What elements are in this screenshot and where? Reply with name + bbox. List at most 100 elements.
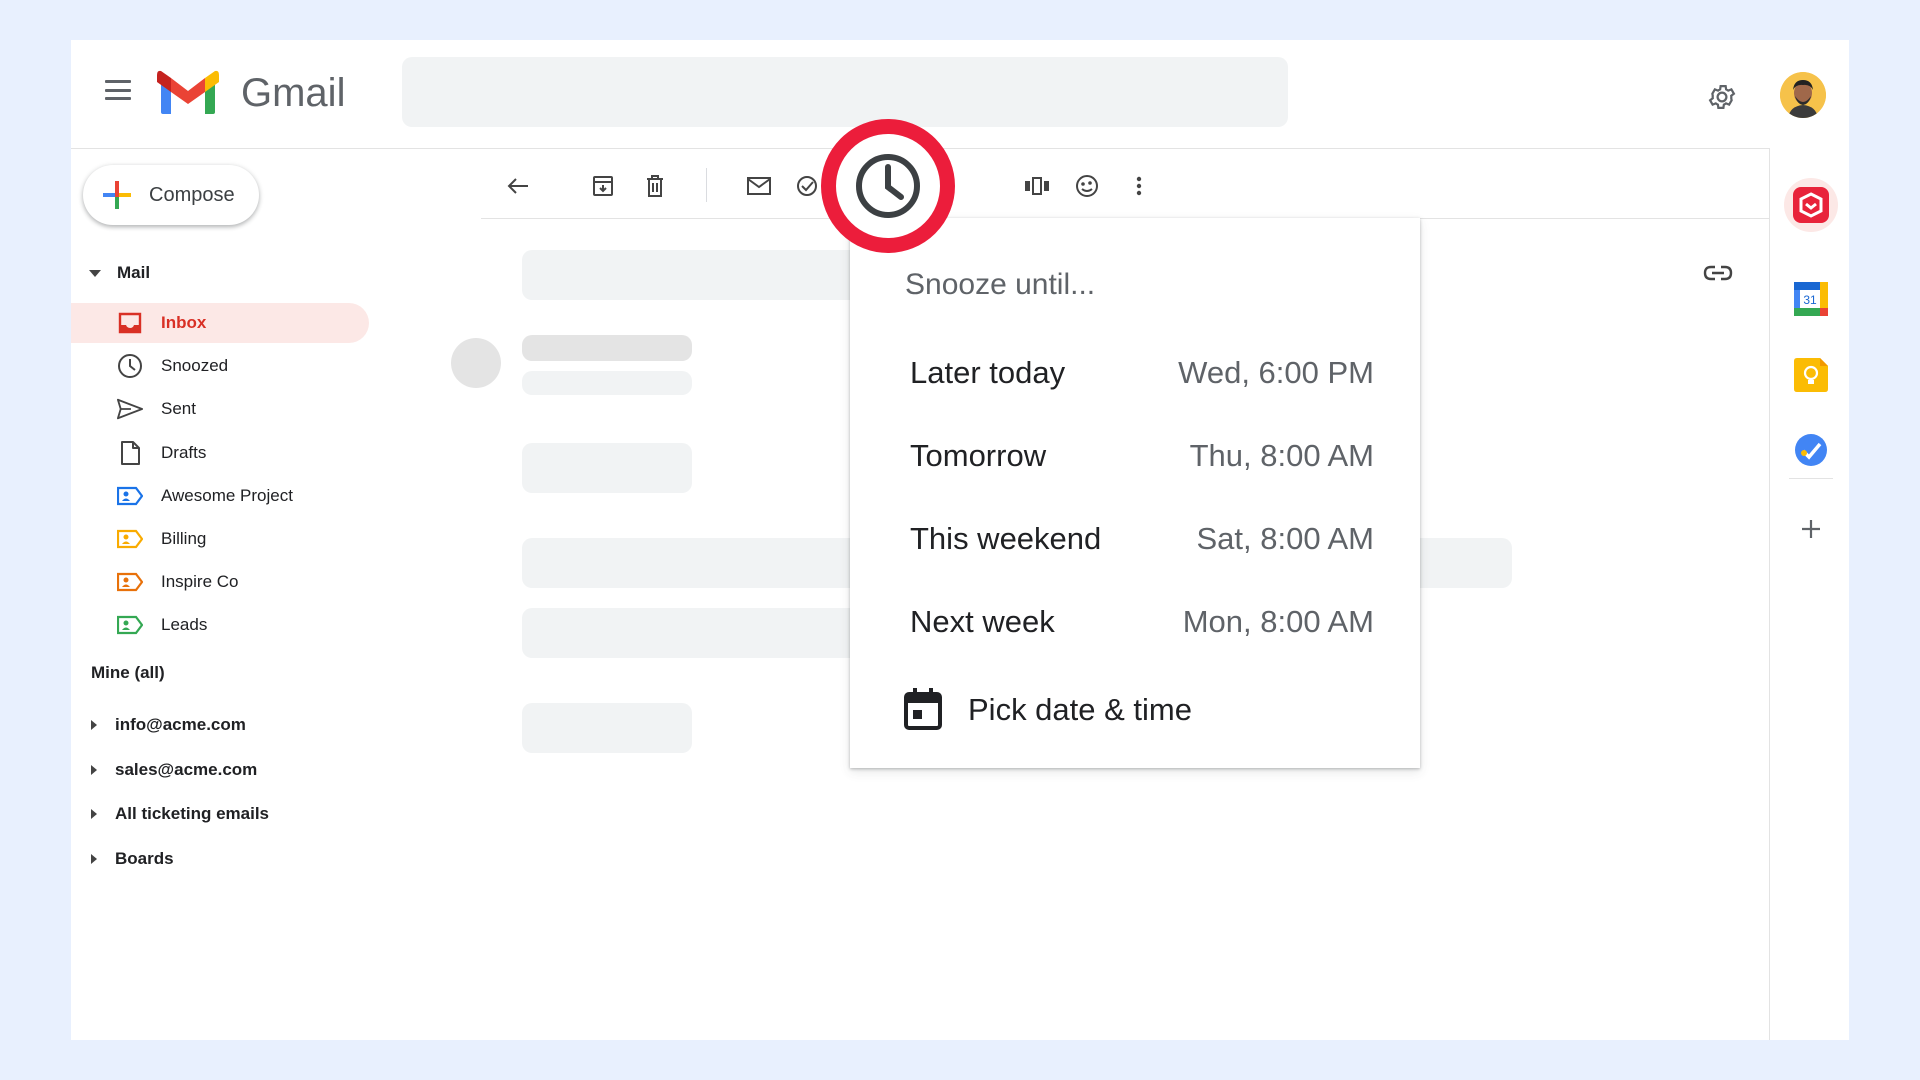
main-menu-button[interactable] (105, 80, 131, 100)
sidebar-item-label: Drafts (161, 442, 207, 462)
skeleton-text-block (522, 443, 692, 493)
snooze-option-next-week[interactable]: Next week Mon, 8:00 AM (850, 592, 1420, 652)
label-icon (117, 569, 143, 595)
snooze-menu-title: Snooze until... (905, 268, 1096, 301)
search-bar[interactable] (402, 57, 1288, 127)
inbox-icon (117, 310, 143, 336)
calendar-icon (904, 688, 942, 730)
sidebar-item-sent[interactable]: Sent (71, 389, 369, 429)
account-item-boards[interactable]: Boards (91, 837, 269, 882)
sidebar-item-label: Billing (161, 528, 207, 548)
sidebar-item-label: Inspire Co (161, 572, 239, 592)
menu-bar-line (105, 80, 131, 83)
back-arrow-icon (507, 178, 528, 194)
account-item-ticketing[interactable]: All ticketing emails (91, 792, 269, 837)
gmail-window: Gmail Compose Mail Inbox Snoozed Sent Dr… (71, 40, 1849, 1040)
more-options-button[interactable] (1121, 168, 1157, 204)
user-avatar[interactable] (1780, 72, 1826, 118)
sidebar-item-label: Awesome Project (161, 485, 293, 505)
archive-icon (593, 176, 613, 196)
skeleton-sender-email (522, 371, 692, 395)
sidebar-item-snoozed[interactable]: Snoozed (71, 346, 369, 386)
account-item-sales[interactable]: sales@acme.com (91, 748, 269, 793)
snooze-button[interactable] (821, 119, 955, 253)
clock-icon (117, 353, 143, 379)
label-icon (117, 526, 143, 552)
snooze-option-tomorrow[interactable]: Tomorrow Thu, 8:00 AM (850, 426, 1420, 486)
account-list: info@acme.com sales@acme.com All ticketi… (91, 703, 269, 881)
menu-bar-line (105, 97, 131, 100)
account-label: Boards (115, 848, 174, 868)
snooze-option-later-today[interactable]: Later today Wed, 6:00 PM (850, 343, 1420, 403)
side-panel-keep[interactable] (1788, 352, 1834, 398)
mark-unread-button[interactable] (741, 168, 777, 204)
move-icon (1025, 177, 1049, 195)
account-label: info@acme.com (115, 715, 246, 735)
snooze-option-label: This weekend (910, 521, 1102, 556)
compose-button[interactable]: Compose (83, 165, 259, 225)
sidebar-item-awesome-project[interactable]: Awesome Project (71, 476, 369, 516)
expand-triangle-icon (91, 809, 97, 820)
side-panel-calendar[interactable]: 31 (1788, 276, 1834, 322)
link-icon[interactable] (1703, 262, 1733, 284)
add-task-icon (797, 176, 817, 196)
delete-icon (647, 175, 663, 197)
mark-unread-icon (747, 177, 771, 195)
sidebar-item-label: Leads (161, 615, 208, 635)
settings-gear-icon[interactable] (1707, 82, 1737, 112)
sidebar-item-inspire-co[interactable]: Inspire Co (71, 562, 369, 602)
collapse-triangle-icon (89, 269, 101, 277)
snooze-clock-icon (856, 154, 920, 218)
side-panel-tasks[interactable] (1788, 427, 1834, 473)
gmail-logo-icon[interactable] (157, 70, 219, 116)
calendar-app-icon: 31 (1794, 282, 1828, 316)
account-label: All ticketing emails (115, 804, 269, 824)
expand-triangle-icon (91, 720, 97, 731)
mine-section-title: Mine (all) (91, 663, 165, 682)
side-panel-add-button[interactable] (1788, 506, 1834, 552)
snooze-menu: Snooze until... Later today Wed, 6:00 PM… (850, 218, 1420, 768)
label-icon (117, 483, 143, 509)
compose-label: Compose (149, 183, 235, 206)
expand-triangle-icon (91, 764, 97, 775)
snooze-option-label: Next week (910, 604, 1055, 639)
delete-button[interactable] (637, 168, 673, 204)
app-name: Gmail (241, 71, 346, 115)
sidebar-item-leads[interactable]: Leads (71, 605, 369, 645)
sidebar-item-label: Sent (161, 399, 196, 419)
sidebar-nav: Inbox Snoozed Sent Drafts Awesome Projec… (71, 303, 369, 649)
avatar-portrait-icon (1780, 72, 1826, 118)
draft-icon (117, 440, 143, 466)
snooze-option-label: Tomorrow (910, 438, 1047, 473)
sidebar-item-drafts[interactable]: Drafts (71, 433, 369, 473)
pick-date-time-option[interactable]: Pick date & time (850, 682, 1420, 738)
account-label: sales@acme.com (115, 759, 258, 779)
emoji-button[interactable] (1069, 168, 1105, 204)
side-panel-hiver[interactable] (1784, 178, 1838, 232)
sidebar-item-label: Snoozed (161, 356, 229, 376)
sidebar-item-label: Inbox (161, 313, 207, 332)
tasks-app-icon (1795, 434, 1827, 466)
sidebar-item-billing[interactable]: Billing (71, 519, 369, 559)
label-icon (117, 612, 143, 638)
sidebar-item-inbox[interactable]: Inbox (71, 303, 369, 343)
archive-button[interactable] (585, 168, 621, 204)
account-item-info[interactable]: info@acme.com (91, 703, 269, 748)
plus-icon (1802, 520, 1820, 538)
compose-plus-icon (103, 181, 131, 209)
skeleton-sender-name (522, 335, 692, 361)
back-button[interactable] (500, 168, 536, 204)
emoji-icon (1076, 175, 1098, 197)
calendar-day-number: 31 (1803, 293, 1817, 307)
mail-section-toggle[interactable]: Mail (89, 263, 150, 283)
snooze-option-time: Wed, 6:00 PM (1178, 355, 1374, 390)
snooze-option-time: Mon, 8:00 AM (1182, 604, 1374, 639)
expand-triangle-icon (91, 853, 97, 864)
side-panel-divider (1769, 148, 1770, 1040)
snooze-option-this-weekend[interactable]: This weekend Sat, 8:00 AM (850, 509, 1420, 569)
move-button[interactable] (1019, 168, 1055, 204)
more-vert-icon (1136, 176, 1142, 196)
skeleton-subject-line (522, 250, 882, 300)
toolbar-separator (706, 168, 707, 202)
snooze-option-time: Sat, 8:00 AM (1196, 521, 1375, 556)
